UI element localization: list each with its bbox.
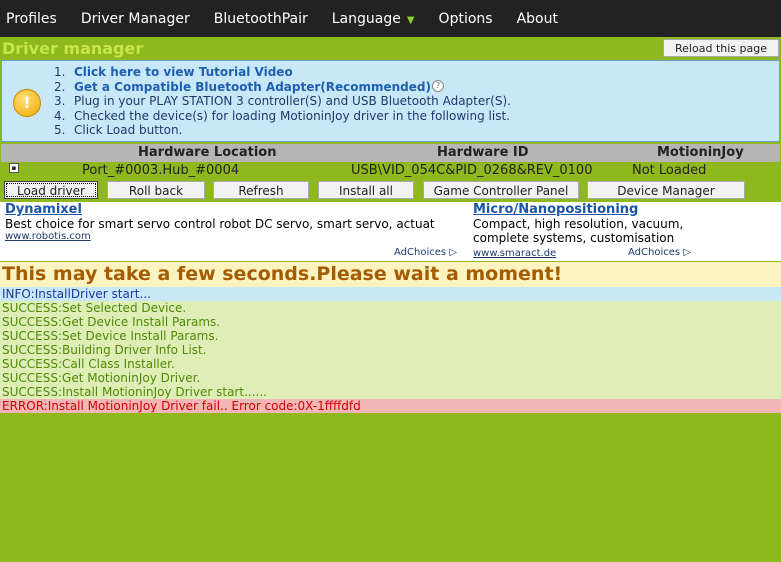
header-hardware-location: Hardware Location	[138, 145, 277, 160]
chevron-down-icon: ▼	[406, 14, 415, 26]
step-text: Click Load button.	[74, 123, 183, 137]
ad-body: complete systems, customisation	[473, 231, 675, 245]
step-5: 5. Click Load button.	[54, 123, 511, 138]
ad-body: Compact, high resolution, vacuum,	[473, 217, 684, 231]
ad-banner: Dynamixel Best choice for smart servo co…	[0, 202, 781, 261]
menu-driver-manager[interactable]: Driver Manager	[75, 11, 196, 27]
step-number: 3.	[54, 94, 66, 108]
reload-page-button[interactable]: Reload this page	[663, 39, 779, 57]
ad-title[interactable]: Dynamixel	[5, 202, 465, 217]
ad-micro-nanopositioning[interactable]: Micro/Nanopositioning Compact, high reso…	[473, 202, 703, 247]
menu-bar: Profiles Driver Manager BluetoothPair La…	[0, 0, 781, 37]
menu-options[interactable]: Options	[433, 11, 499, 27]
ad-url[interactable]: www.smaract.de	[473, 248, 556, 259]
menu-language-label: Language	[331, 10, 401, 27]
load-driver-button[interactable]: Load driver	[4, 181, 98, 199]
header-hardware-id: Hardware ID	[437, 145, 529, 160]
header-motioninjoy: MotioninJoy	[657, 145, 744, 160]
log-line: INFO:InstallDriver start...	[0, 287, 781, 301]
log-line: SUCCESS:Building Driver Info List.	[0, 343, 781, 357]
ad-body: Best choice for smart servo control robo…	[5, 217, 435, 231]
log-line: SUCCESS:Install MotioninJoy Driver start…	[0, 385, 781, 399]
device-table-header: Hardware Location Hardware ID MotioninJo…	[1, 144, 780, 162]
step-1[interactable]: 1. Click here to view Tutorial Video	[54, 65, 511, 80]
step-number: 5.	[54, 123, 66, 137]
help-icon[interactable]: ?	[431, 79, 444, 92]
adchoices-icon[interactable]: AdChoices ▷	[628, 247, 691, 258]
cell-hardware-location: Port_#0003.Hub_#0004	[82, 163, 240, 178]
bluetooth-adapter-link[interactable]: Get a Compatible Bluetooth Adapter(Recom…	[74, 80, 431, 94]
step-4: 4. Checked the device(s) for loading Moti…	[54, 109, 511, 124]
step-number: 4.	[54, 108, 66, 123]
title-row: Driver manager Reload this page	[0, 37, 781, 59]
row-checkbox[interactable]: ▪	[9, 163, 19, 173]
ad-title[interactable]: Micro/Nanopositioning	[473, 202, 703, 217]
table-row[interactable]: ▪ Port_#0003.Hub_#0004 USB\VID_054C&PID_…	[1, 162, 780, 179]
action-buttons: Load driver Roll back Refresh Install al…	[0, 181, 781, 201]
adchoices-icon[interactable]: AdChoices ▷	[394, 247, 457, 258]
log-line: SUCCESS:Set Device Install Params.	[0, 329, 781, 343]
cell-hardware-id: USB\VID_054C&PID_0268&REV_0100	[351, 163, 593, 178]
menu-profiles[interactable]: Profiles	[0, 11, 63, 27]
wait-message: This may take a few seconds.Please wait …	[0, 262, 781, 287]
refresh-button[interactable]: Refresh	[213, 181, 309, 199]
log-line: SUCCESS:Get MotioninJoy Driver.	[0, 371, 781, 385]
step-number: 2.	[54, 79, 66, 94]
step-text: Plug in your PLAY STATION 3 controller(S…	[74, 94, 511, 108]
menu-about[interactable]: About	[511, 11, 564, 27]
ad-dynamixel[interactable]: Dynamixel Best choice for smart servo co…	[5, 202, 465, 242]
step-3: 3. Plug in your PLAY STATION 3 controller…	[54, 94, 511, 109]
ad-url[interactable]: www.robotis.com	[5, 231, 465, 242]
roll-back-button[interactable]: Roll back	[107, 181, 205, 199]
steps-list: 1. Click here to view Tutorial Video 2. Ge…	[54, 65, 511, 138]
log-line: SUCCESS:Get Device Install Params.	[0, 315, 781, 329]
game-controller-panel-button[interactable]: Game Controller Panel	[423, 181, 579, 199]
device-manager-button[interactable]: Device Manager	[587, 181, 745, 199]
install-all-button[interactable]: Install all	[318, 181, 414, 199]
log-line: SUCCESS:Set Selected Device.	[0, 301, 781, 315]
tutorial-video-link[interactable]: Click here to view Tutorial Video	[74, 65, 293, 79]
log-line: SUCCESS:Call Class Installer.	[0, 357, 781, 371]
warning-icon: !	[13, 89, 41, 117]
step-2[interactable]: 2. Get a Compatible Bluetooth Adapter(Rec…	[54, 79, 511, 95]
menu-language[interactable]: Language ▼	[326, 11, 421, 27]
log-line-error: ERROR:Install MotioninJoy Driver fail.. …	[0, 399, 781, 413]
step-number: 1.	[54, 65, 66, 79]
menu-bluetooth-pair[interactable]: BluetoothPair	[208, 11, 314, 27]
install-log: INFO:InstallDriver start... SUCCESS:Set …	[0, 287, 781, 413]
page-title: Driver manager	[2, 39, 144, 58]
step-text: Checked the device(s) for loading Motion…	[74, 108, 510, 123]
cell-motioninjoy-status: Not Loaded	[632, 163, 707, 178]
instructions-panel: ! 1. Click here to view Tutorial Video 2.…	[1, 60, 780, 142]
